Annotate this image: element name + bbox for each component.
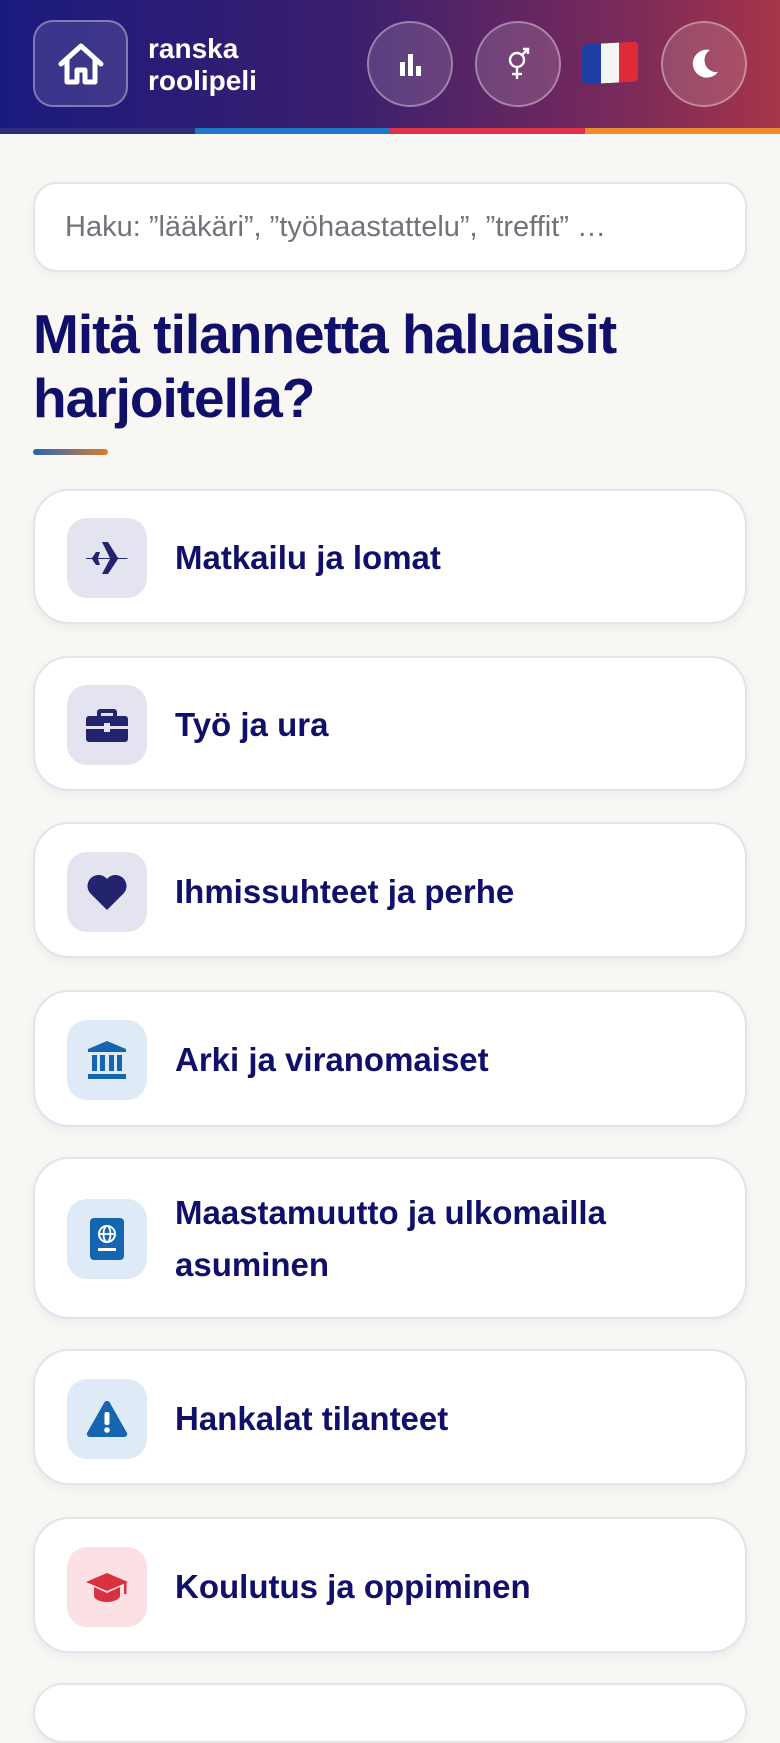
card-icon-box: [67, 1199, 147, 1279]
stripe-segment: [0, 128, 195, 134]
category-card-education[interactable]: Koulutus ja oppiminen: [33, 1517, 747, 1653]
card-icon-box: [67, 1547, 147, 1627]
heart-icon: [87, 874, 127, 910]
category-label: Arki ja viranomaiset: [175, 1041, 489, 1078]
category-label: Työ ja ura: [175, 706, 329, 743]
warning-icon: [86, 1400, 128, 1438]
category-card-emigration[interactable]: Maastamuutto ja ulkomailla asuminen: [33, 1157, 747, 1319]
home-icon: [58, 43, 103, 84]
category-label: Maastamuutto ja ulkomailla asuminen: [175, 1194, 606, 1283]
government-building-icon: [88, 1041, 126, 1079]
passport-icon: [90, 1218, 124, 1260]
graduation-cap-icon: [86, 1573, 128, 1602]
app-header: ranska roolipeli: [0, 0, 780, 134]
flag-white-stripe: [600, 42, 620, 84]
category-label: Matkailu ja lomat: [175, 539, 441, 576]
search-input[interactable]: [33, 182, 747, 272]
category-card-everyday-authorities[interactable]: Arki ja viranomaiset: [33, 990, 747, 1127]
category-card-relationships[interactable]: Ihmissuhteet ja perhe: [33, 822, 747, 958]
home-button[interactable]: [33, 20, 128, 107]
flag-blue-stripe: [582, 43, 601, 85]
category-label: Ihmissuhteet ja perhe: [175, 873, 515, 910]
card-icon-box: [67, 1020, 147, 1100]
title-underline: [33, 449, 108, 455]
bar-chart-icon: [400, 54, 421, 76]
card-icon-box: [67, 1379, 147, 1459]
flag-red-stripe: [619, 41, 638, 83]
stripe-segment: [585, 128, 780, 134]
header-color-stripe: [0, 128, 780, 134]
category-card-work[interactable]: Työ ja ura: [33, 656, 747, 791]
gender-button[interactable]: [475, 21, 561, 107]
app-title-line1: ranska: [148, 33, 239, 64]
stripe-segment: [390, 128, 585, 134]
category-label: Hankalat tilanteet: [175, 1400, 449, 1437]
dark-mode-button[interactable]: [661, 21, 747, 107]
category-card-partial[interactable]: [33, 1683, 747, 1743]
gender-icon: [508, 47, 530, 79]
category-card-travel[interactable]: Matkailu ja lomat: [33, 489, 747, 624]
app-title: ranska roolipeli: [148, 33, 257, 97]
page-title: Mitä tilannetta haluaisit harjoitella?: [33, 303, 617, 429]
stripe-segment: [195, 128, 390, 134]
card-icon-box: [67, 518, 147, 598]
moon-icon: [692, 49, 718, 78]
category-label: Koulutus ja oppiminen: [175, 1568, 531, 1605]
airplane-icon: [86, 542, 128, 574]
french-flag-icon[interactable]: [582, 41, 638, 85]
card-icon-box: [67, 685, 147, 765]
category-card-difficult-situations[interactable]: Hankalat tilanteet: [33, 1349, 747, 1485]
stats-button[interactable]: [367, 21, 453, 107]
card-icon-box: [67, 852, 147, 932]
app-title-line2: roolipeli: [148, 65, 257, 96]
briefcase-icon: [86, 709, 128, 742]
